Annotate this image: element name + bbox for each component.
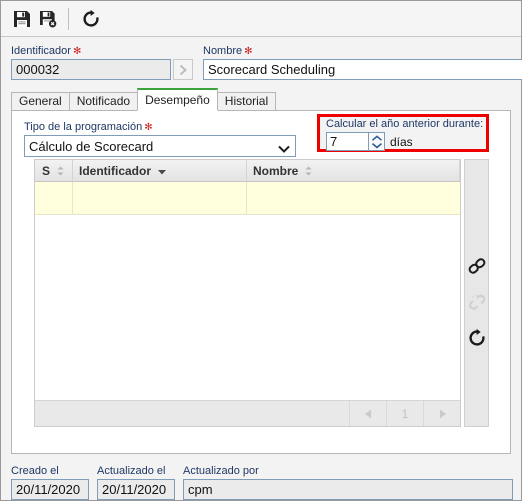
triangle-right-icon — [439, 409, 446, 418]
chevron-up-icon — [371, 134, 382, 141]
save-and-close-icon — [40, 10, 57, 27]
refresh-icon — [468, 328, 485, 346]
chevron-right-icon — [179, 64, 187, 75]
tab-strip: General Notificado Desempeño Historial — [11, 88, 521, 111]
previous-year-highlight: Calcular el año anterior durante: días — [317, 114, 489, 152]
save-icon — [14, 10, 30, 27]
link-icon — [468, 258, 485, 274]
save-button[interactable] — [9, 6, 35, 32]
pagination-page-number[interactable]: 1 — [386, 401, 423, 426]
record-footer: Creado el Actualizado el Actualizado por — [1, 454, 521, 500]
save-and-close-button[interactable] — [35, 6, 61, 32]
name-label-text: Nombre — [203, 45, 243, 57]
grid-column-nombre-label: Nombre — [253, 163, 299, 178]
triangle-left-icon — [364, 409, 371, 418]
schedule-type-label-text: Tipo de la programación — [24, 121, 143, 133]
created-field-block: Creado el — [11, 465, 89, 500]
created-date-input[interactable] — [11, 479, 89, 500]
unlink-icon — [468, 294, 485, 310]
name-label: Nombre ✻ — [203, 45, 522, 58]
grid-column-s-label: S — [41, 163, 50, 178]
refresh-button[interactable] — [78, 6, 104, 32]
name-input[interactable] — [203, 59, 522, 80]
updated-by-input[interactable] — [183, 479, 513, 500]
created-label: Creado el — [11, 465, 59, 477]
previous-year-label: Calcular el año anterior durante: — [326, 118, 484, 130]
cell-identificador[interactable] — [73, 182, 247, 214]
schedule-type-select[interactable]: Cálculo de Scorecard — [24, 135, 296, 157]
grid-header-row: S Identificador Nombre — [35, 160, 460, 182]
application-window: Identificador✻ Nombre✻ — [0, 0, 522, 501]
header-form: Identificador✻ Nombre✻ — [1, 37, 522, 80]
updated-date-input[interactable] — [97, 479, 175, 500]
grid-column-nombre[interactable]: Nombre — [247, 160, 460, 181]
tab-desempeno[interactable]: Desempeño — [137, 88, 218, 111]
grid-side-toolbar — [464, 159, 489, 427]
sort-icon — [304, 166, 313, 176]
grid-main: S Identificador Nombre 1 — [34, 159, 461, 427]
cell-s[interactable] — [35, 182, 73, 214]
grid-column-s[interactable]: S — [35, 160, 73, 181]
name-field-block: Nombre ✻ — [203, 45, 522, 80]
required-marker-icon: ✻ — [72, 46, 82, 57]
pagination-next-button[interactable] — [423, 401, 460, 426]
tab-panel-desempeno: Tipo de la programación ✻ Cálculo de Scor… — [11, 110, 511, 454]
tab-historial[interactable]: Historial — [216, 92, 277, 111]
tab-notificado[interactable]: Notificado — [68, 92, 139, 111]
unlink-button — [465, 284, 489, 320]
sort-icon — [56, 166, 65, 176]
identifier-lookup-button[interactable] — [173, 59, 193, 80]
chevron-down-icon — [371, 142, 382, 148]
grid-column-identificador[interactable]: Identificador — [73, 160, 247, 181]
grid-pagination: 1 — [35, 400, 460, 426]
main-toolbar — [1, 1, 521, 37]
sort-desc-icon — [157, 166, 167, 176]
previous-year-stepper[interactable] — [368, 132, 385, 151]
updated-by-label: Actualizado por — [183, 465, 259, 477]
updated-field-block: Actualizado el — [97, 465, 175, 500]
identifier-label: Identificador ✻ — [11, 45, 193, 58]
toolbar-divider — [68, 7, 69, 30]
related-items-grid: S Identificador Nombre 1 — [34, 159, 489, 427]
previous-year-input[interactable] — [326, 132, 368, 151]
required-marker-icon: ✻ — [244, 46, 253, 57]
updated-label: Actualizado el — [97, 465, 166, 477]
link-button[interactable] — [465, 248, 489, 284]
cell-nombre[interactable] — [247, 182, 460, 214]
identifier-field-block: Identificador ✻ — [11, 45, 193, 80]
tab-general[interactable]: General — [11, 92, 70, 111]
required-marker-icon: ✻ — [144, 122, 153, 133]
refresh-icon — [83, 9, 99, 27]
updated-by-field-block: Actualizado por — [183, 465, 513, 500]
table-row[interactable] — [35, 182, 460, 215]
identifier-label-text: Identificador — [11, 45, 71, 57]
previous-year-unit: días — [390, 134, 413, 149]
grid-body — [35, 182, 460, 400]
grid-column-identificador-label: Identificador — [79, 163, 152, 178]
grid-refresh-button[interactable] — [465, 320, 489, 356]
identifier-input[interactable] — [11, 59, 171, 80]
pagination-prev-button[interactable] — [349, 401, 386, 426]
